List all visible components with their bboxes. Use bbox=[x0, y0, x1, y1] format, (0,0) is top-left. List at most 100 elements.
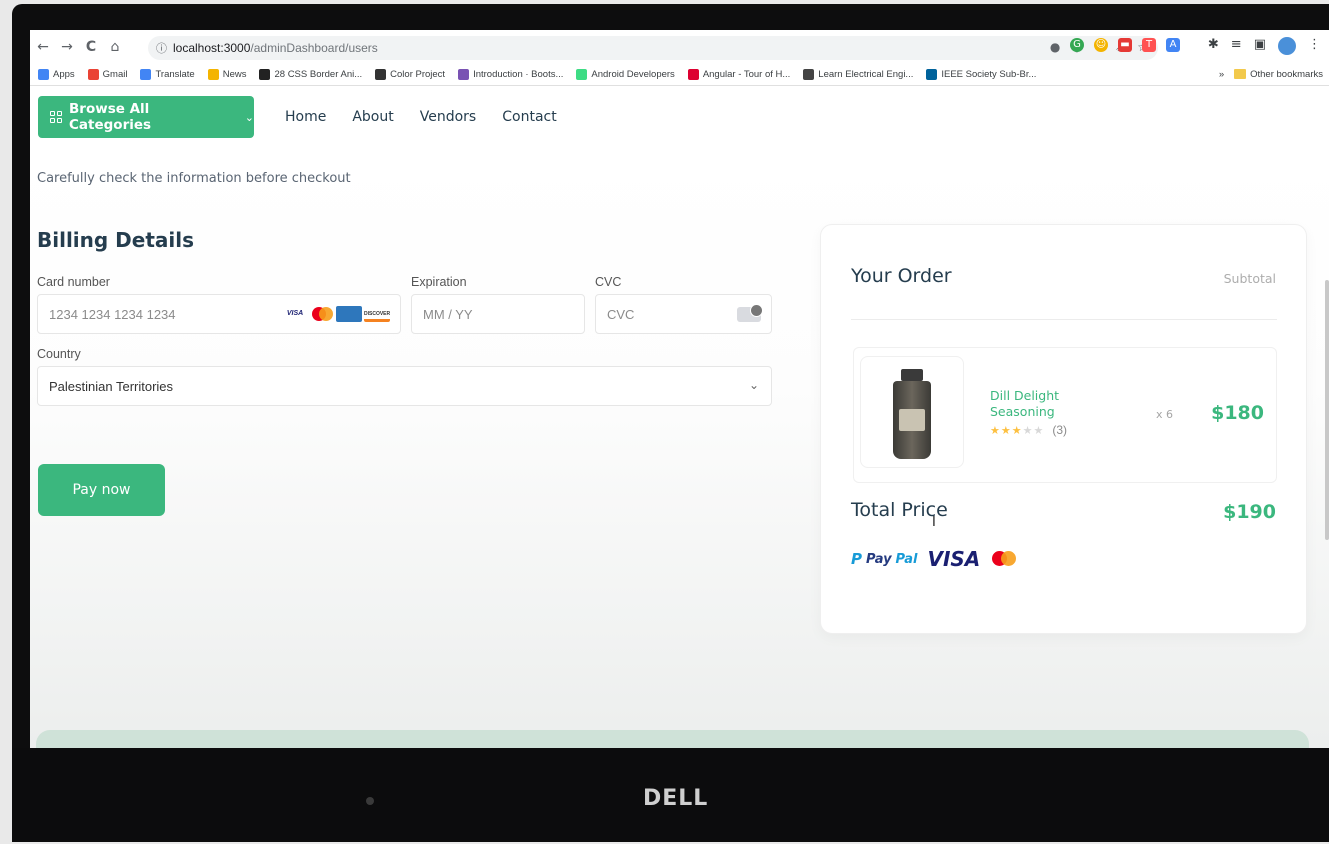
bookmark-item[interactable]: Introduction · Boots... bbox=[458, 69, 563, 80]
bookmark-favicon-icon bbox=[207, 69, 219, 80]
side-panel-icon[interactable]: ▣ bbox=[1254, 37, 1266, 55]
cvc-input[interactable]: CVC bbox=[595, 294, 772, 334]
billing-details-title: Billing Details bbox=[37, 228, 195, 252]
order-item: Dill Delight Seasoning ★★★★★ (3) x 6 $180 bbox=[853, 347, 1277, 483]
card-number-label: Card number bbox=[37, 275, 110, 289]
bookmark-item[interactable]: Angular - Tour of H... bbox=[687, 69, 791, 80]
browse-categories-button[interactable]: Browse All Categories ⌄ bbox=[38, 96, 254, 138]
browser-toolbar: ← → C ⌂ ⓘ localhost:3000/adminDashboard/… bbox=[30, 30, 1329, 64]
site-info-icon[interactable]: ⓘ bbox=[156, 40, 167, 56]
bookmark-item[interactable]: Gmail bbox=[87, 69, 128, 80]
browser-window: ← → C ⌂ ⓘ localhost:3000/adminDashboard/… bbox=[30, 30, 1329, 748]
product-quantity: x 6 bbox=[1156, 408, 1174, 421]
card-number-placeholder: 1234 1234 1234 1234 bbox=[49, 306, 176, 322]
bookmark-favicon-icon bbox=[458, 69, 470, 80]
extension-red-icon[interactable]: ▬ bbox=[1118, 38, 1132, 52]
bookmark-label: Color Project bbox=[390, 69, 446, 80]
bookmark-label: 28 CSS Border Ani... bbox=[274, 69, 363, 80]
total-price-value: $190 bbox=[1223, 501, 1276, 523]
extension-grammarly-icon[interactable]: G bbox=[1070, 38, 1084, 52]
bookmark-item[interactable]: News bbox=[207, 69, 247, 80]
country-value: Palestinian Territories bbox=[49, 378, 174, 394]
chevron-down-icon: ⌄ bbox=[748, 378, 759, 392]
expiration-input[interactable]: MM / YY bbox=[411, 294, 585, 334]
bookmark-favicon-icon bbox=[87, 69, 99, 80]
bookmark-favicon-icon bbox=[140, 69, 152, 80]
bookmark-label: Introduction · Boots... bbox=[473, 69, 564, 80]
bookmark-label: News bbox=[222, 69, 247, 80]
bookmarks-bar: Apps Gmail Translate News 28 CSS Border Ani.… bbox=[30, 64, 1329, 86]
bookmark-label: Angular - Tour of H... bbox=[702, 69, 791, 80]
profile-avatar[interactable] bbox=[1278, 37, 1296, 55]
bookmark-favicon-icon bbox=[259, 69, 271, 80]
star-filled-icon: ★ bbox=[1011, 424, 1023, 437]
bookmark-item[interactable]: 28 CSS Border Ani... bbox=[259, 69, 362, 80]
your-order-title: Your Order bbox=[851, 265, 952, 287]
bookmark-item[interactable]: Color Project bbox=[375, 69, 445, 80]
bookmark-item[interactable]: Android Developers bbox=[576, 69, 675, 80]
location-icon[interactable]: ● bbox=[1050, 40, 1060, 54]
other-bookmarks-group: » Other bookmarks bbox=[1219, 69, 1323, 80]
cvc-card-icon bbox=[737, 304, 763, 322]
nav-vendors[interactable]: Vendors bbox=[420, 109, 476, 125]
page-scrollbar[interactable] bbox=[1325, 280, 1329, 540]
visa-logo: VISA bbox=[927, 547, 981, 571]
site-header: Browse All Categories ⌄ Home About Vendo… bbox=[30, 86, 1329, 150]
bookmark-label: Translate bbox=[155, 69, 195, 80]
mastercard-card-icon bbox=[310, 306, 334, 322]
product-image[interactable] bbox=[860, 356, 964, 468]
bookmark-favicon-icon bbox=[38, 69, 49, 80]
product-name[interactable]: Dill Delight Seasoning bbox=[990, 388, 1080, 420]
other-bookmarks-folder[interactable]: Other bookmarks bbox=[1234, 69, 1323, 80]
bookmark-favicon-icon bbox=[687, 69, 699, 80]
checkout-hint: Carefully check the information before c… bbox=[37, 171, 351, 186]
text-cursor-icon: I bbox=[932, 515, 936, 530]
footer-banner bbox=[36, 730, 1309, 748]
bookmark-item[interactable]: Learn Electrical Engi... bbox=[803, 69, 913, 80]
bookmark-favicon-icon bbox=[375, 69, 387, 80]
forward-button[interactable]: → bbox=[56, 39, 78, 55]
country-label: Country bbox=[37, 347, 81, 361]
review-count: (3) bbox=[1052, 423, 1068, 437]
extensions-puzzle-icon[interactable]: ✱ bbox=[1208, 37, 1219, 55]
back-button[interactable]: ← bbox=[32, 39, 54, 55]
reading-list-icon[interactable]: ≡ bbox=[1231, 37, 1242, 55]
bookmark-item[interactable]: Apps bbox=[38, 69, 75, 80]
nav-contact[interactable]: Contact bbox=[502, 109, 556, 125]
reload-button[interactable]: C bbox=[80, 39, 102, 55]
card-number-input[interactable]: 1234 1234 1234 1234 VISA DISCOVER bbox=[37, 294, 401, 334]
address-bar[interactable]: ⓘ localhost:3000/adminDashboard/users ● … bbox=[148, 36, 1158, 60]
bookmarks-overflow-button[interactable]: » bbox=[1219, 69, 1224, 80]
bookmark-label: Gmail bbox=[102, 69, 128, 80]
extension-tp-icon[interactable]: T bbox=[1142, 38, 1156, 52]
dell-logo: DELL bbox=[643, 786, 709, 811]
nav-home[interactable]: Home bbox=[285, 109, 326, 125]
bookmark-label: Android Developers bbox=[591, 69, 675, 80]
bookmark-item[interactable]: IEEE Society Sub-Br... bbox=[926, 69, 1036, 80]
nav-about[interactable]: About bbox=[352, 109, 393, 125]
extension-face-icon[interactable]: ☺ bbox=[1094, 38, 1108, 52]
star-filled-icon: ★ bbox=[990, 424, 1001, 437]
bookmark-item[interactable]: Translate bbox=[140, 69, 195, 80]
home-button[interactable]: ⌂ bbox=[104, 39, 126, 55]
star-empty-icon: ★ bbox=[1033, 424, 1045, 437]
folder-icon bbox=[1234, 69, 1247, 80]
star-empty-icon: ★ bbox=[1022, 424, 1034, 437]
extension-translate-icon[interactable]: A bbox=[1166, 38, 1180, 52]
divider bbox=[851, 319, 1277, 320]
country-select[interactable]: Palestinian Territories ⌄ bbox=[37, 366, 772, 406]
pay-now-button[interactable]: Pay now bbox=[38, 464, 165, 516]
url-path: /adminDashboard/users bbox=[250, 41, 378, 55]
card-brands: VISA DISCOVER bbox=[282, 306, 390, 322]
bookmark-label: Learn Electrical Engi... bbox=[818, 69, 914, 80]
subtotal-label: Subtotal bbox=[1223, 271, 1276, 286]
bookmark-label: Apps bbox=[53, 69, 75, 80]
expiration-placeholder: MM / YY bbox=[423, 306, 473, 322]
menu-kebab-icon[interactable]: ⋮ bbox=[1308, 37, 1321, 55]
other-bookmarks-label: Other bookmarks bbox=[1250, 69, 1323, 80]
grid-icon bbox=[50, 111, 62, 123]
bookmark-favicon-icon bbox=[576, 69, 588, 80]
discover-card-icon: DISCOVER bbox=[364, 306, 390, 322]
bookmark-favicon-icon bbox=[926, 69, 938, 80]
amex-card-icon bbox=[336, 306, 362, 322]
